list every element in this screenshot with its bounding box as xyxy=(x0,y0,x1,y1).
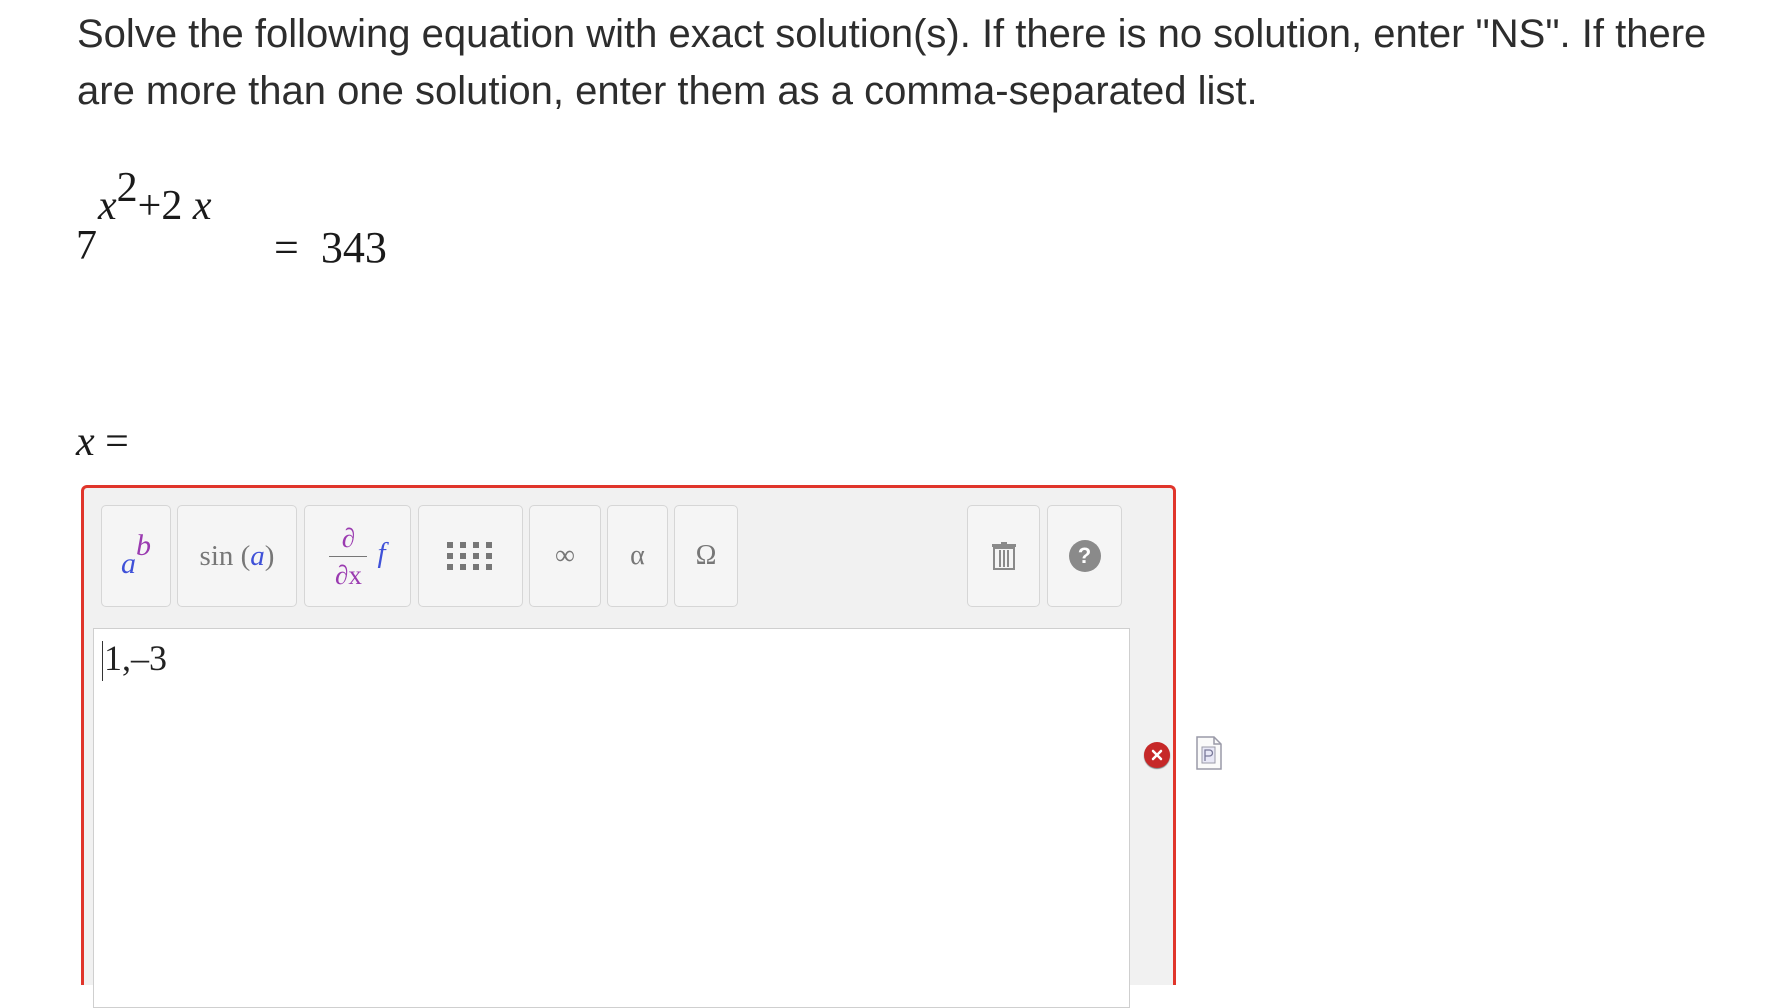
rhs-value: 343 xyxy=(320,223,387,272)
trash-icon xyxy=(991,542,1016,570)
equals-sign: = xyxy=(274,223,299,272)
matrix-icon xyxy=(447,542,494,570)
sin-suffix: ) xyxy=(264,539,275,572)
equation-exponent: x2+2 x xyxy=(98,165,212,230)
sin-prefix: sin ( xyxy=(199,539,251,572)
answer-input[interactable]: 1,–3 xyxy=(93,628,1130,1008)
exponent-term: +2 xyxy=(137,183,183,229)
greek-uppercase-button[interactable]: Ω xyxy=(674,505,738,607)
power-base-label: a xyxy=(121,547,136,580)
answer-variable: x xyxy=(76,419,95,465)
answer-label: x = xyxy=(76,418,129,466)
equation-rhs: = 343 xyxy=(274,222,387,273)
exponent-button[interactable]: ab xyxy=(101,505,171,607)
power-exp-label: b xyxy=(136,529,151,562)
answer-input-value: 1,–3 xyxy=(104,638,167,678)
sin-arg: a xyxy=(250,539,265,572)
answer-equals: = xyxy=(105,419,129,465)
infinity-button[interactable]: ∞ xyxy=(529,505,601,607)
incorrect-icon xyxy=(1144,742,1170,768)
greek-lowercase-button[interactable]: α xyxy=(607,505,668,607)
question-text: Solve the following equation with exact … xyxy=(77,12,1707,113)
trig-function-button[interactable]: sin (a) xyxy=(177,505,297,607)
matrix-button[interactable] xyxy=(418,505,523,607)
deriv-function: f xyxy=(377,536,386,569)
partial-derivative-icon: ∂ ∂x xyxy=(329,522,368,591)
help-icon: ? xyxy=(1068,540,1101,572)
equation-base: 7 xyxy=(76,223,97,269)
text-caret xyxy=(102,641,103,681)
deriv-bottom: ∂x xyxy=(335,559,362,590)
clear-button[interactable] xyxy=(967,505,1040,607)
exponent-variable: x xyxy=(98,183,117,229)
preview-document-icon[interactable] xyxy=(1195,735,1223,771)
exponent-term-variable: x xyxy=(192,183,212,229)
help-button[interactable]: ? xyxy=(1047,505,1122,607)
exponent-power: 2 xyxy=(116,165,138,211)
math-editor: ab sin (a) ∂ ∂x f ∞ α Ω ? 1,–3 xyxy=(81,485,1176,1008)
deriv-top: ∂ xyxy=(341,522,356,553)
derivative-button[interactable]: ∂ ∂x f xyxy=(304,505,411,607)
